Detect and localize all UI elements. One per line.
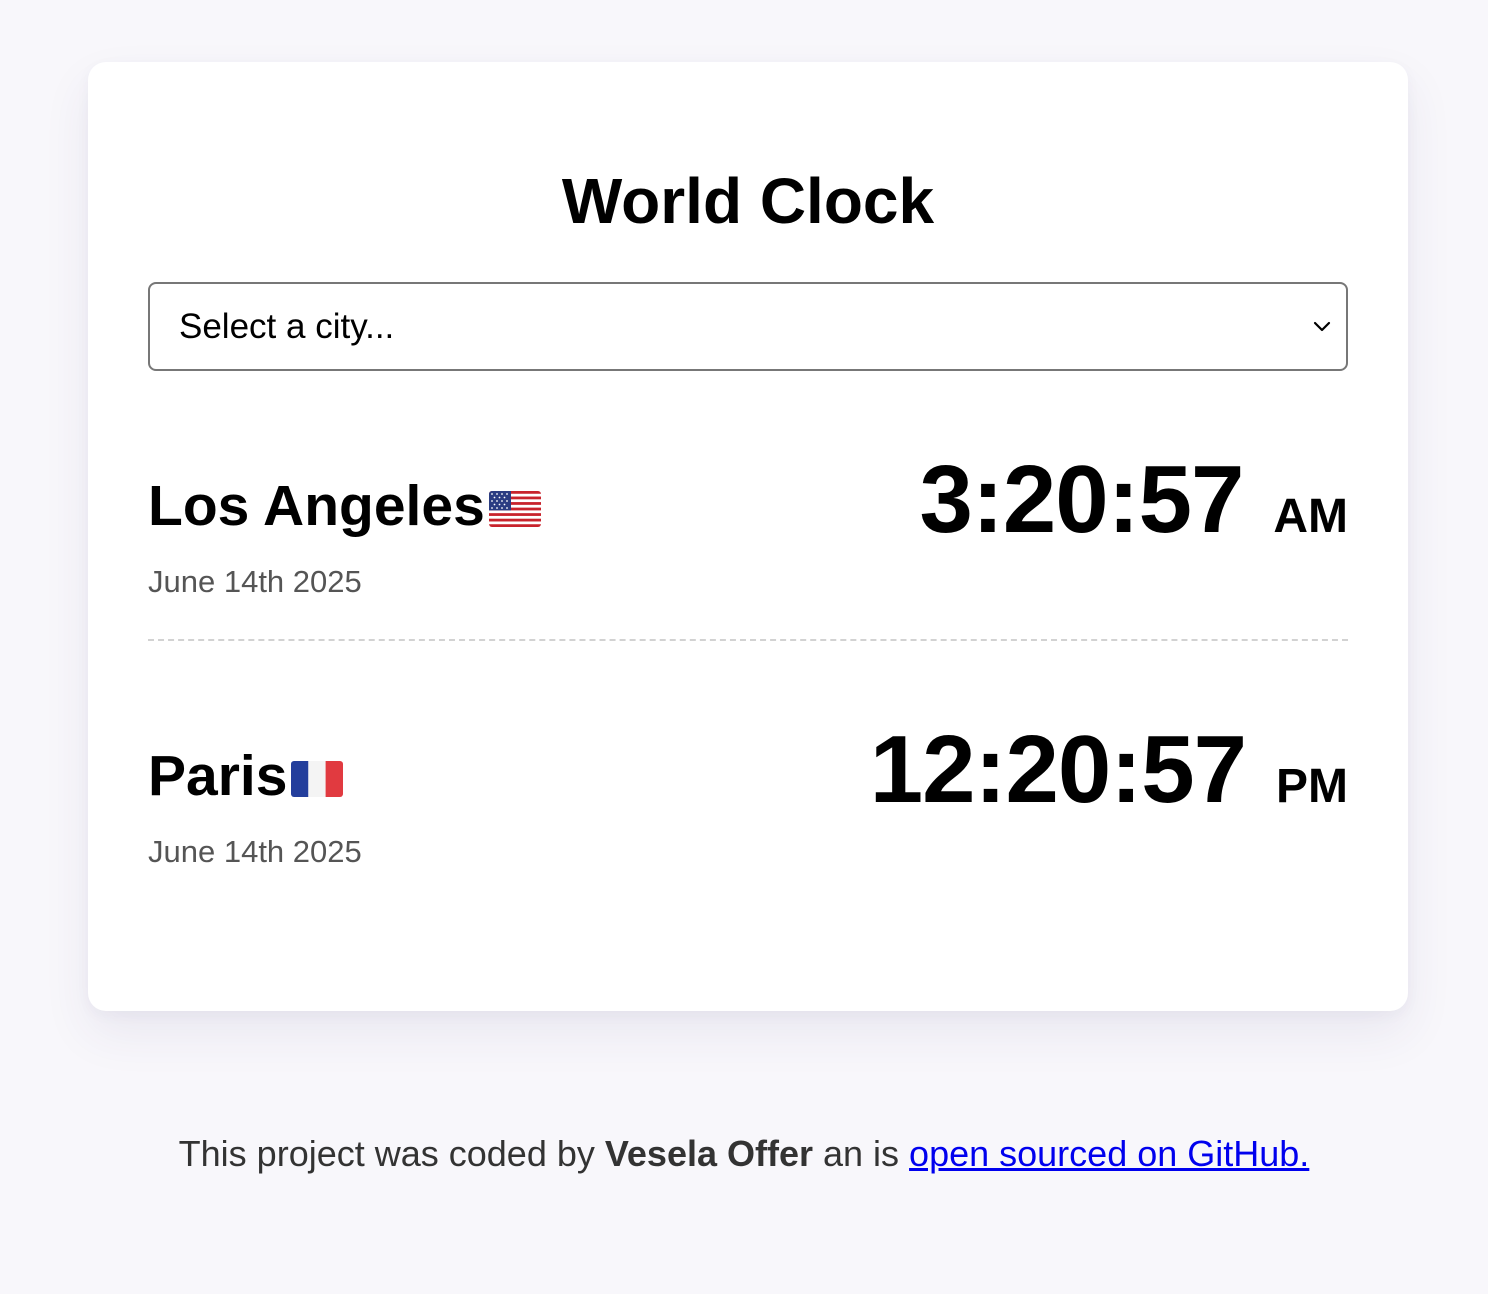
city-row: Paris June 14th 2025 12:20:57 PM <box>148 722 1348 922</box>
time-digits: 3:20:57 <box>919 446 1244 553</box>
city-name: Los Angeles <box>148 474 485 538</box>
city-name-row: Los Angeles <box>148 476 541 537</box>
world-clock-card: World Clock Select a city... Los Angeles <box>88 62 1408 1011</box>
city-select[interactable]: Select a city... <box>148 282 1348 371</box>
city-date: June 14th 2025 <box>148 834 362 869</box>
footer-author: Vesela Offer <box>604 1133 813 1174</box>
city-select-value: Select a city... <box>179 306 395 346</box>
time-ampm: PM <box>1276 760 1348 813</box>
github-link[interactable]: open sourced on GitHub. <box>909 1133 1309 1174</box>
footer-middle: an is <box>813 1133 910 1174</box>
city-name: Paris <box>148 744 288 808</box>
city-row: Los Angeles June 14th 2025 3:20:57 AM <box>148 452 1348 652</box>
city-time: 3:20:57 AM <box>919 452 1348 548</box>
fr-flag-icon <box>291 750 344 807</box>
city-time: 12:20:57 PM <box>870 722 1348 818</box>
chevron-down-icon <box>1312 317 1332 337</box>
us-flag-icon <box>488 480 541 537</box>
footer: This project was coded by Vesela Offer a… <box>0 1132 1488 1175</box>
city-name-row: Paris <box>148 744 344 808</box>
city-divider <box>148 639 1348 641</box>
time-ampm: AM <box>1273 490 1348 543</box>
time-digits: 12:20:57 <box>869 716 1247 823</box>
city-date: June 14th 2025 <box>148 564 362 599</box>
page-title: World Clock <box>561 165 935 237</box>
footer-prefix: This project was coded by <box>178 1133 605 1174</box>
